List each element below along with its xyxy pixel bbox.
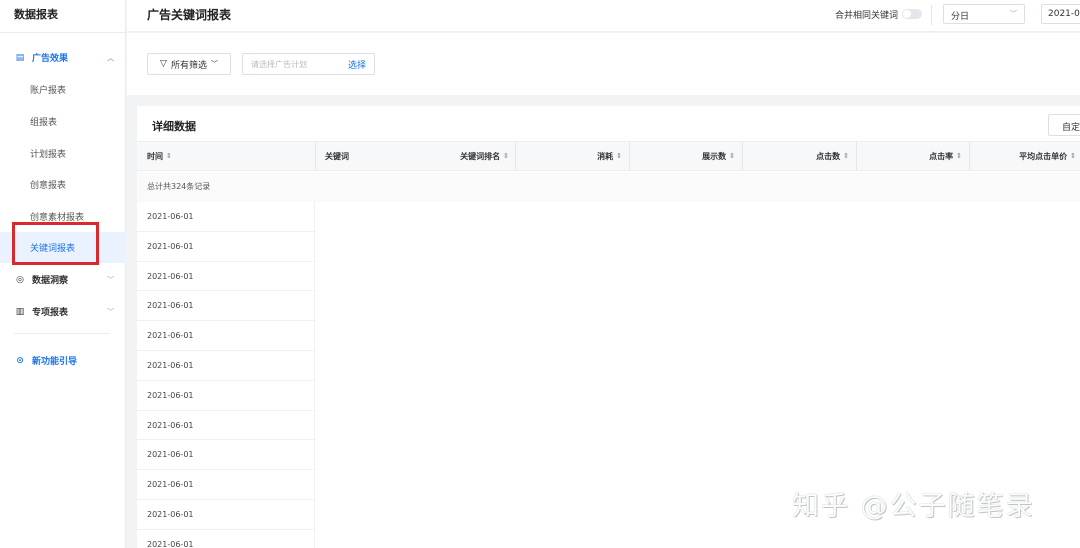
watermark: 知乎 @公子随笔录 [792,491,1035,522]
table-row[interactable]: 2021-06-01 [137,411,314,441]
table-date-column: 2021-06-01 2021-06-01 2021-06-01 2021-06… [137,202,315,548]
column-divider [742,142,743,170]
table-row[interactable]: 2021-06-01 [137,440,314,471]
column-header-clicks[interactable]: 点击数 ⇕ [767,142,849,170]
sidebar-title: 数据报表 [14,8,58,21]
pick-plan-button[interactable]: 选择 [348,58,366,71]
column-label: 点击率 [929,151,954,161]
column-label: 关键词 [325,151,349,161]
sort-icon[interactable]: ⇕ [166,152,172,160]
granularity-value: 分日 [951,12,970,22]
sidebar-group-label: 广告效果 [32,54,69,64]
column-header-keyword-rank[interactable]: 关键词排名 ⇕ [427,142,509,170]
column-divider [629,142,630,170]
column-header-avg-cpc[interactable]: 平均点击单价 ⇕ [982,142,1076,170]
table-row[interactable]: 2021-06-01 [137,351,314,381]
sidebar-group-label: 专项报表 [32,308,69,318]
column-label: 时间 [147,151,163,161]
sort-icon[interactable]: ⇕ [956,152,962,160]
column-header-cost[interactable]: 消耗 ⇕ [547,142,622,170]
column-divider [515,142,516,170]
table-row[interactable]: 2021-06-01 [137,530,314,548]
highlight-annotation-box [12,222,99,265]
table-row[interactable]: 2021-06-01 [137,291,314,322]
table-row[interactable]: 2021-06-01 [137,202,314,232]
sidebar-item-account-report[interactable]: 账户报表 [30,83,66,96]
chevron-down-icon: ﹀ [107,307,114,316]
table-row[interactable]: 2021-06-01 [137,381,314,411]
sort-icon[interactable]: ⇕ [729,152,735,160]
sidebar-guide-label: 新功能引导 [32,357,78,367]
chevron-down-icon: ﹀ [107,275,114,284]
sidebar-group-insight[interactable]: ◎ 数据洞察 ﹀ [14,273,114,287]
sort-icon[interactable]: ⇕ [616,152,622,160]
granularity-select[interactable]: 分日 ﹀ [943,4,1025,24]
location-icon: ⊙ [16,355,24,366]
sidebar-divider [14,333,110,334]
customize-columns-button[interactable]: 自定 [1048,114,1080,136]
sort-icon[interactable]: ⇕ [503,152,509,160]
table-row[interactable]: 2021-06-01 [137,321,314,351]
plan-search-input[interactable] [251,59,341,69]
chevron-down-icon: ﹀ [1010,10,1017,18]
sidebar-new-feature-guide[interactable]: ⊙ 新功能引导 [14,354,78,368]
merge-keywords-label: 合并相同关键词 [835,11,899,21]
plan-select-field: 选择 [242,53,375,75]
merge-keywords-toggle[interactable] [902,9,922,19]
column-label: 消耗 [597,151,614,161]
sidebar-item-creative-report[interactable]: 创意报表 [30,178,66,191]
total-records-label: 总计共324条记录 [147,182,211,191]
chevron-down-icon: ﹀ [210,60,218,68]
table-row[interactable]: 2021-06-01 [137,500,314,530]
page-title: 广告关键词报表 [147,8,232,22]
table-row[interactable]: 2021-06-01 [137,262,314,292]
column-header-impressions[interactable]: 展示数 ⇕ [657,142,735,170]
table-row[interactable]: 2021-06-01 [137,470,314,500]
column-divider [969,142,970,170]
sidebar-group-label: 数据洞察 [32,276,69,286]
bar-chart-icon: ▥ [15,306,25,317]
filter-bar: ▽ 所有筛选 ﹀ 选择 [127,33,1080,95]
sidebar-group-special[interactable]: ▥ 专项报表 ﹀ [14,305,114,319]
sort-icon[interactable]: ⇕ [843,152,849,160]
chevron-up-icon: ︿ [107,53,114,62]
column-label: 关键词排名 [460,151,501,161]
document-icon: ▤ [15,52,25,63]
insight-icon: ◎ [16,274,24,285]
column-label: 展示数 [702,151,727,161]
filter-icon: ▽ [160,59,167,69]
detail-data-card: 详细数据 自定 时间 ⇕ 关键词 关键词排名 ⇕ 消耗 ⇕ 展示数 ⇕ 点击数 ⇕ 点击率… [137,106,1080,548]
table-total-row: 总计共324条记录 [137,172,1080,202]
page-header: 广告关键词报表 合并相同关键词 分日 ﹀ 2021-06 [127,0,1080,32]
sidebar: 数据报表 ▤ 广告效果 ︿ 账户报表 组报表 计划报表 创意报表 创意素材报表 … [0,0,126,548]
column-label: 平均点击单价 [1019,151,1068,161]
sidebar-divider [0,32,126,33]
detail-title: 详细数据 [152,120,196,133]
column-header-ctr[interactable]: 点击率 ⇕ [882,142,962,170]
sort-icon[interactable]: ⇕ [1070,152,1076,160]
column-label: 点击数 [816,151,841,161]
table-header: 时间 ⇕ 关键词 关键词排名 ⇕ 消耗 ⇕ 展示数 ⇕ 点击数 ⇕ 点击率 ⇕ 平均点击单价… [137,141,1080,171]
sidebar-item-plan-report[interactable]: 计划报表 [30,147,66,160]
column-header-time[interactable]: 时间 ⇕ [147,142,172,170]
column-divider [315,142,316,170]
column-divider [856,142,857,170]
column-header-keyword: 关键词 [325,142,349,170]
sidebar-group-ads[interactable]: ▤ 广告效果 ︿ [14,51,114,65]
table-row[interactable]: 2021-06-01 [137,232,314,262]
all-filters-label: 所有筛选 [170,60,207,71]
sidebar-item-group-report[interactable]: 组报表 [30,115,57,128]
all-filters-button[interactable]: ▽ 所有筛选 ﹀ [147,53,231,75]
date-range-picker[interactable]: 2021-06 [1041,4,1080,24]
header-divider [931,5,932,25]
